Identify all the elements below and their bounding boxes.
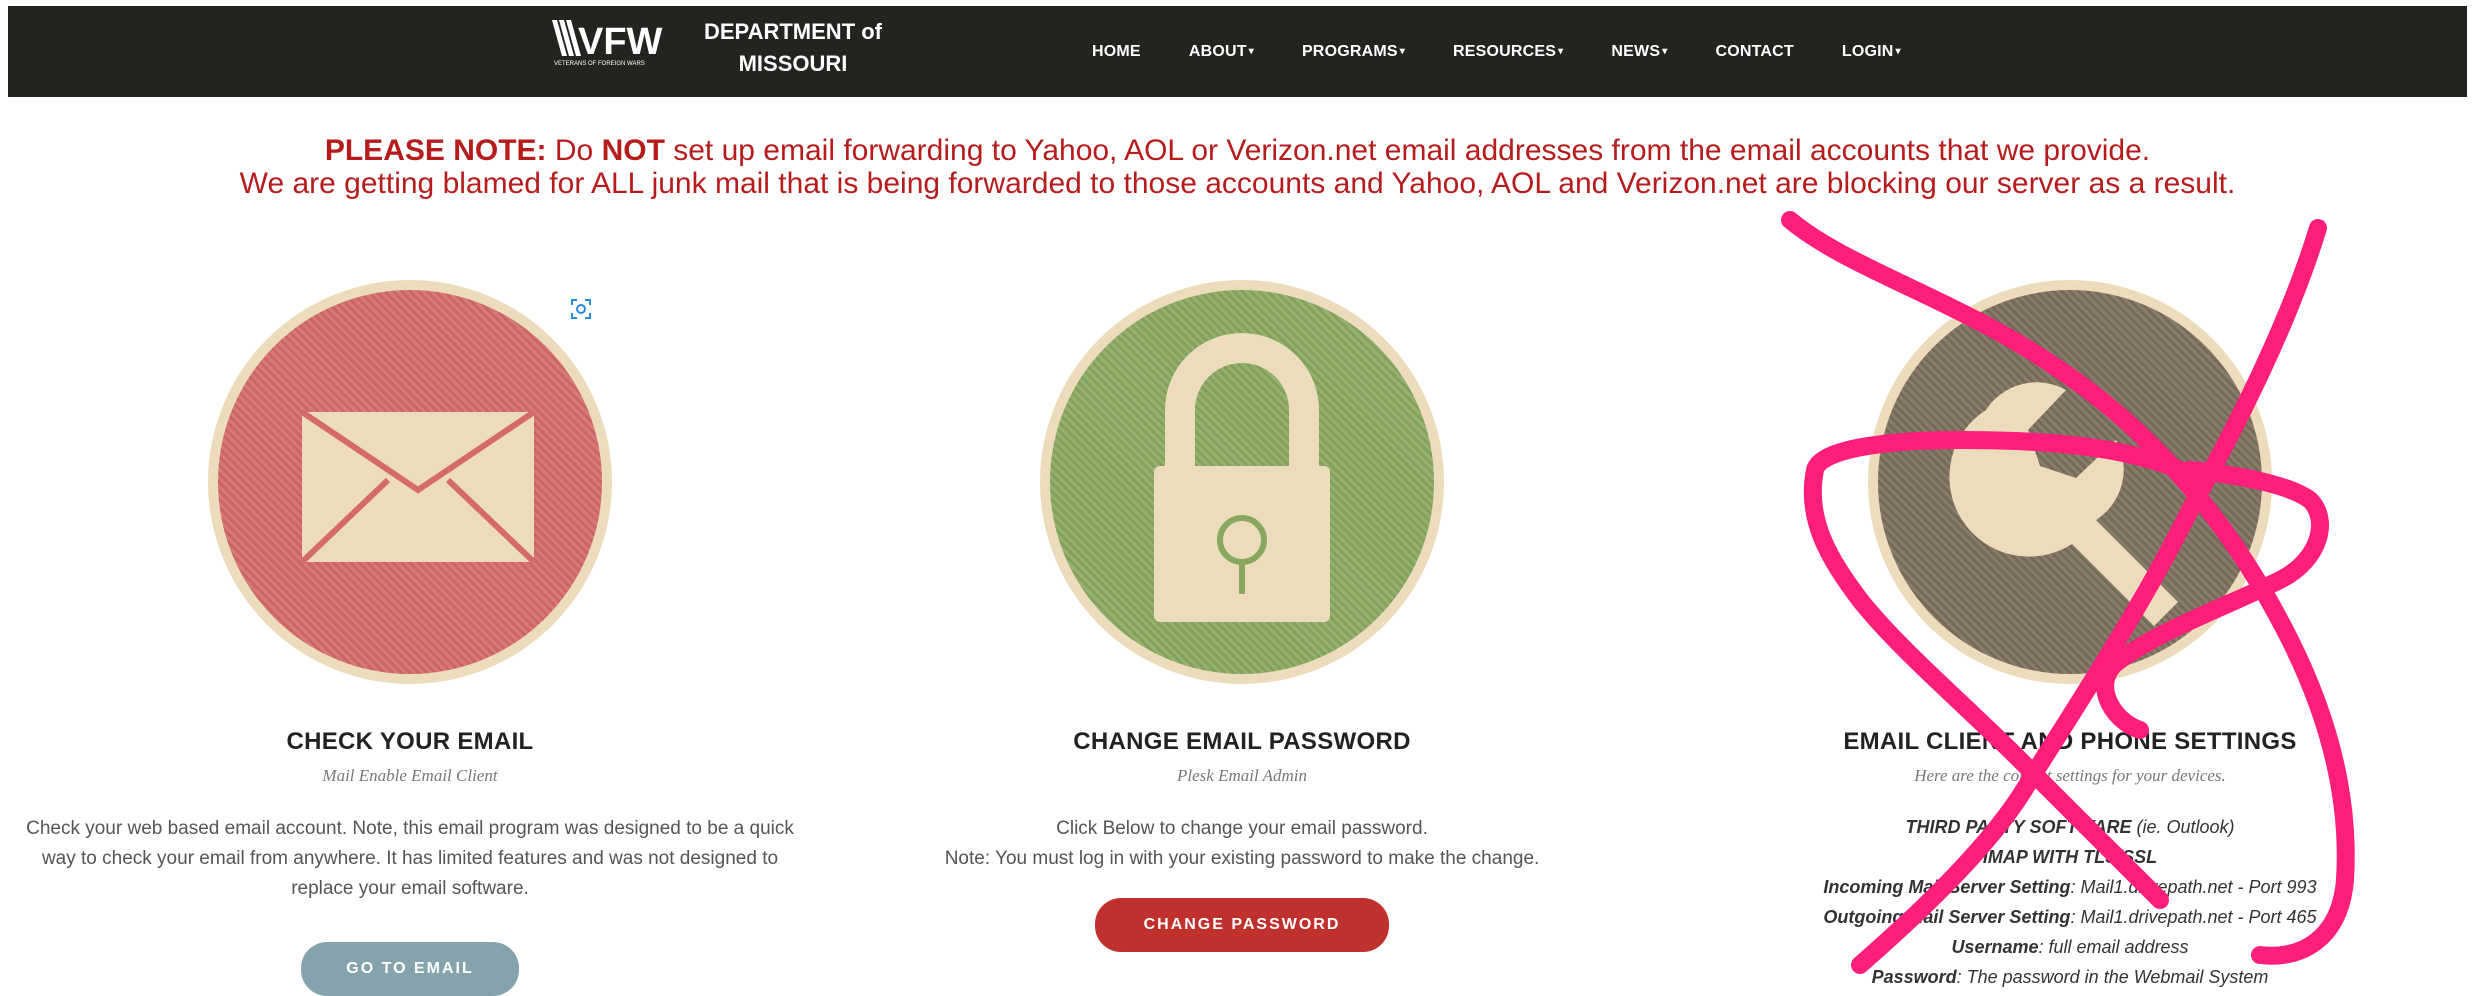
check-email-column: CHECK YOUR EMAIL Mail Enable Email Clien… [0,280,820,996]
check-email-description: Check your web based email account. Note… [26,818,794,899]
vfw-logo[interactable]: VFW VETERANS OF FOREIGN WARS [548,16,678,68]
nav-news-label: NEWS [1611,42,1661,60]
nav-home-label: HOME [1092,42,1141,60]
email-forwarding-notice: PLEASE NOTE: Do NOT set up email forward… [0,134,2475,200]
password-badge [1040,280,1444,684]
notice-strong: NOT [601,134,665,167]
change-password-column: CHANGE EMAIL PASSWORD Plesk Email Admin … [832,280,1652,952]
notice-lead: PLEASE NOTE: [324,134,547,167]
nav-contact[interactable]: CONTACT [1691,43,1817,61]
change-password-button[interactable]: CHANGE PASSWORD [1095,898,1389,952]
nav-login[interactable]: LOGIN ▾ [1818,43,1925,61]
notice-text-a: Do [546,134,602,167]
wrench-icon [1949,382,2178,626]
change-password-subtitle: Plesk Email Admin [1177,766,1307,785]
change-password-title: CHANGE EMAIL PASSWORD [1073,728,1411,755]
nav-contact-label: CONTACT [1715,42,1794,60]
settings-list: THIRD PARTY SOFTWARE (ie. Outlook) IMAP … [1660,812,2475,992]
nav-resources[interactable]: RESOURCES ▾ [1429,43,1587,61]
go-to-email-button[interactable]: GO TO EMAIL [301,942,519,996]
settings-line: Incoming Mail Server Setting: Mail1.driv… [1823,877,2317,897]
settings-line: Username: full email address [1951,937,2189,957]
caret-down-icon: ▾ [1895,45,1901,57]
caret-down-icon: ▾ [1662,45,1668,57]
main-nav: HOME ABOUT ▾ PROGRAMS ▾ RESOURCES ▾ NEWS ▾ C… [1068,6,1925,97]
nav-resources-label: RESOURCES [1453,42,1557,60]
change-password-desc-line1: Click Below to change your email passwor… [1056,818,1428,839]
email-badge [208,280,612,684]
email-settings-column: EMAIL CLIENT AND PHONE SETTINGS Here are… [1660,280,2475,992]
nav-about-label: ABOUT [1188,42,1247,60]
settings-badge [1868,280,2272,684]
change-password-description: Click Below to change your email passwor… [842,814,1642,874]
org-name-line2: MISSOURI [738,51,848,76]
settings-line: Password: The password in the Webmail Sy… [1871,967,2269,987]
nav-login-label: LOGIN [1841,42,1894,60]
caret-down-icon: ▾ [1558,45,1564,57]
svg-text:VETERANS OF FOREIGN WARS: VETERANS OF FOREIGN WARS [554,61,645,67]
settings-line: THIRD PARTY SOFTWARE (ie. Outlook) [1905,817,2235,837]
check-email-title: CHECK YOUR EMAIL [286,728,534,755]
caret-down-icon: ▾ [1399,45,1405,57]
settings-line: Outgoing Mail Server Setting: Mail1.driv… [1823,907,2317,927]
svg-text:VFW: VFW [578,21,663,63]
check-email-subtitle: Mail Enable Email Client [322,766,498,785]
nav-news[interactable]: NEWS ▾ [1587,43,1691,61]
notice-text-b: set up email forwarding to Yahoo, AOL or… [664,134,2151,167]
org-name[interactable]: DEPARTMENT of MISSOURI [678,16,908,80]
nav-programs[interactable]: PROGRAMS ▾ [1278,43,1429,61]
settings-title: EMAIL CLIENT AND PHONE SETTINGS [1843,728,2297,755]
padlock-icon [1154,333,1330,622]
site-header: VFW VETERANS OF FOREIGN WARS DEPARTMENT … [8,6,2467,97]
nav-home[interactable]: HOME [1068,43,1165,61]
settings-line: IMAP WITH TLS/SSL [1982,847,2158,867]
notice-line2: We are getting blamed for ALL junk mail … [239,167,2236,200]
change-password-desc-line2: Note: You must log in with your existing… [944,848,1540,869]
nav-about[interactable]: ABOUT ▾ [1165,43,1278,61]
org-name-line1: DEPARTMENT of [703,19,883,44]
caret-down-icon: ▾ [1248,45,1254,57]
envelope-icon [299,409,537,565]
nav-programs-label: PROGRAMS [1301,42,1398,60]
settings-subtitle: Here are the correct settings for your d… [1914,766,2226,785]
notice-line1: PLEASE NOTE: Do NOT set up email forward… [0,134,2475,167]
